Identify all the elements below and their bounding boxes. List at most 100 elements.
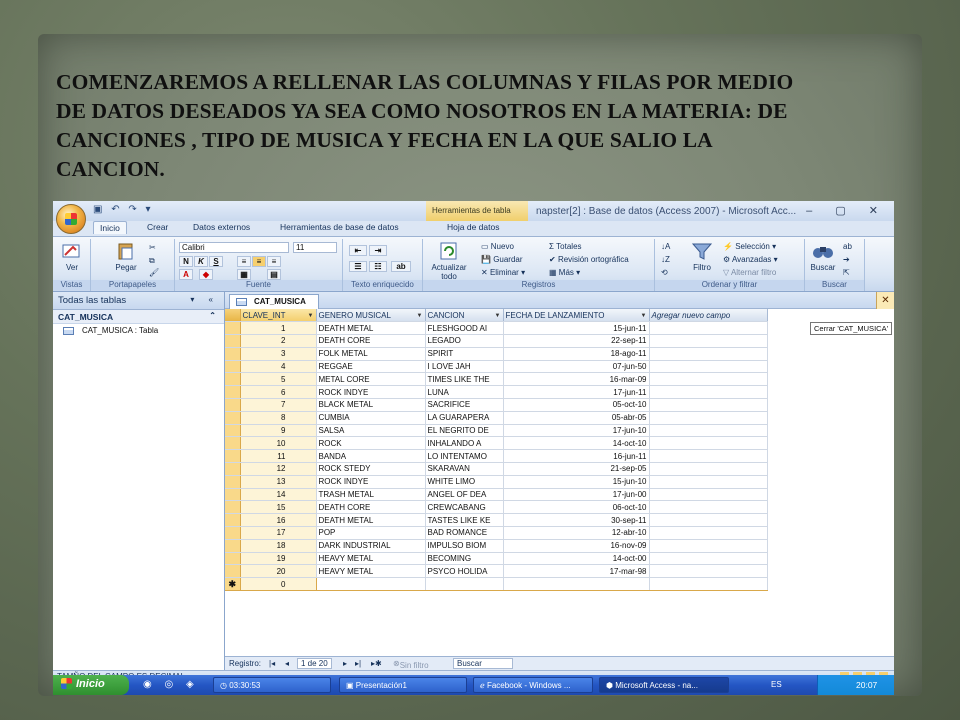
goto-icon[interactable]: ➔ — [843, 255, 850, 264]
quick-launch[interactable]: ◉ ◎ ◈ — [143, 679, 199, 690]
table-cell[interactable] — [649, 321, 768, 336]
tab-inicio[interactable]: Inicio — [93, 221, 127, 234]
table-cell[interactable] — [649, 360, 768, 374]
record-search-input[interactable]: Buscar — [453, 658, 513, 669]
new-record-row[interactable]: ✱ 0 — [225, 577, 768, 592]
pegar-button[interactable]: Pegar — [111, 241, 141, 272]
table-cell[interactable]: 14 — [240, 488, 317, 502]
row-selector[interactable] — [225, 411, 241, 425]
table-cell[interactable]: 20 — [240, 564, 317, 579]
row-selector[interactable] — [225, 564, 241, 579]
table-cell[interactable]: HEAVY METAL — [316, 552, 426, 566]
table-cell[interactable]: 18-ago-11 — [503, 347, 650, 361]
table-cell[interactable]: PSYCO HOLIDA — [425, 564, 504, 579]
table-cell[interactable]: 17 — [240, 526, 317, 540]
add-field-header[interactable]: Agregar nuevo campo — [649, 309, 768, 323]
table-cell[interactable]: SKARAVAN — [425, 462, 504, 476]
table-row[interactable]: 15 DEATH CORE CREWCABANG 06-oct-10 — [225, 500, 768, 515]
table-cell[interactable]: SACRIFICE — [425, 398, 504, 412]
table-cell[interactable]: 21-sep-05 — [503, 462, 650, 476]
copy-icon[interactable]: ⧉ — [149, 256, 155, 266]
table-cell[interactable]: 6 — [240, 385, 317, 400]
table-row[interactable]: 7 BLACK METAL SACRIFICE 05-oct-10 — [225, 398, 768, 412]
table-cell[interactable] — [649, 552, 768, 566]
seleccion-button[interactable]: ⚡ Selección ▾ — [723, 242, 776, 251]
chevron-down-icon[interactable]: ▼ — [417, 313, 423, 319]
table-cell[interactable]: 15 — [240, 500, 317, 515]
chevron-down-icon[interactable]: ▼ — [641, 313, 647, 319]
indent-button[interactable]: ⇤ — [349, 245, 367, 256]
table-cell[interactable]: LUNA — [425, 385, 504, 400]
table-cell[interactable]: ROCK STEDY — [316, 462, 426, 476]
taskbar-item-presentacion[interactable]: ▣ Presentación1 — [339, 677, 467, 693]
row-selector[interactable] — [225, 436, 241, 451]
table-cell[interactable] — [503, 577, 650, 592]
table-row[interactable]: 10 ROCK INHALANDO A 14-oct-10 — [225, 436, 768, 451]
doc-tab-cat-musica[interactable]: CAT_MUSICA — [229, 294, 319, 309]
chevron-down-icon[interactable]: ▼ — [308, 313, 314, 319]
table-cell[interactable]: 07-jun-50 — [503, 360, 650, 374]
table-cell[interactable]: 22-sep-11 — [503, 334, 650, 348]
font-name-combo[interactable]: Calibri — [179, 242, 289, 253]
table-cell[interactable] — [649, 500, 768, 515]
table-row[interactable]: 9 SALSA EL NEGRITO DE 17-jun-10 — [225, 424, 768, 438]
table-cell[interactable]: 12 — [240, 462, 317, 476]
table-cell[interactable]: 9 — [240, 424, 317, 438]
column-header[interactable]: GENERO MUSICAL ▼ — [316, 309, 426, 323]
table-cell[interactable] — [649, 385, 768, 400]
table-cell[interactable]: 2 — [240, 334, 317, 348]
underline-button[interactable]: S — [209, 256, 223, 267]
table-cell[interactable]: BLACK METAL — [316, 398, 426, 412]
table-cell[interactable] — [425, 577, 504, 592]
table-cell[interactable] — [649, 539, 768, 553]
table-cell[interactable]: ROCK INDYE — [316, 475, 426, 489]
table-cell[interactable]: DARK INDUSTRIAL — [316, 539, 426, 553]
table-cell[interactable]: FLESHGOOD AI — [425, 321, 504, 336]
table-row[interactable]: 19 HEAVY METAL BECOMING 14-oct-00 — [225, 552, 768, 566]
table-row[interactable]: 5 METAL CORE TIMES LIKE THE 16-mar-09 — [225, 372, 768, 387]
table-cell[interactable]: 17-jun-00 — [503, 488, 650, 502]
ver-button[interactable]: Ver — [57, 241, 87, 272]
record-position-field[interactable]: 1 de 20 — [297, 658, 332, 669]
table-cell[interactable]: 05-abr-05 — [503, 411, 650, 425]
align-left-button[interactable]: ≡ — [237, 256, 251, 267]
row-selector[interactable] — [225, 552, 241, 566]
table-cell[interactable]: POP — [316, 526, 426, 540]
mas-button[interactable]: ▦ Más ▾ — [549, 268, 580, 277]
table-cell[interactable]: 0 — [239, 577, 317, 592]
table-cell[interactable]: 8 — [240, 411, 317, 425]
first-record-button[interactable]: |◂ — [269, 659, 275, 668]
table-row[interactable]: 2 DEATH CORE LEGADO 22-sep-11 — [225, 334, 768, 348]
table-cell[interactable]: 15-jun-11 — [503, 321, 650, 336]
row-selector[interactable] — [225, 449, 241, 464]
row-selector[interactable] — [225, 526, 241, 540]
avanzadas-button[interactable]: ⚙ Avanzadas ▾ — [723, 255, 778, 264]
table-cell[interactable]: 15-jun-10 — [503, 475, 650, 489]
taskbar-item-access[interactable]: ⬢ Microsoft Access - na... — [599, 677, 729, 693]
table-cell[interactable] — [649, 334, 768, 348]
italic-button[interactable]: K — [194, 256, 208, 267]
table-cell[interactable] — [649, 411, 768, 425]
table-cell[interactable]: REGGAE — [316, 360, 426, 374]
table-cell[interactable]: BECOMING — [425, 552, 504, 566]
row-selector[interactable] — [225, 488, 241, 502]
chevron-up-icon[interactable]: ⌃ — [209, 311, 216, 320]
table-cell[interactable] — [649, 398, 768, 412]
language-indicator[interactable]: ES — [771, 680, 782, 689]
tab-hoja-de-datos[interactable]: Hoja de datos — [447, 222, 499, 232]
table-cell[interactable]: 18 — [240, 539, 317, 553]
gridlines-button[interactable]: ▦ — [237, 269, 251, 280]
table-row[interactable]: 17 POP BAD ROMANCE 12-abr-10 — [225, 526, 768, 540]
buscar-button[interactable]: Buscar — [807, 241, 839, 272]
table-cell[interactable]: INHALANDO A — [425, 436, 504, 451]
table-cell[interactable]: 17-mar-98 — [503, 564, 650, 579]
new-record-button[interactable]: ▸✱ — [371, 659, 382, 668]
format-painter-icon[interactable]: 🖌 — [149, 268, 159, 277]
row-selector[interactable] — [225, 462, 241, 476]
table-cell[interactable] — [649, 513, 768, 528]
table-cell[interactable] — [649, 462, 768, 476]
nav-collapse-icon[interactable]: ▾ « — [190, 295, 219, 304]
table-row[interactable]: 6 ROCK INDYE LUNA 17-jun-11 — [225, 385, 768, 400]
row-selector[interactable] — [225, 475, 241, 489]
nav-pane-header[interactable]: Todas las tablas ▾ « — [53, 292, 224, 310]
